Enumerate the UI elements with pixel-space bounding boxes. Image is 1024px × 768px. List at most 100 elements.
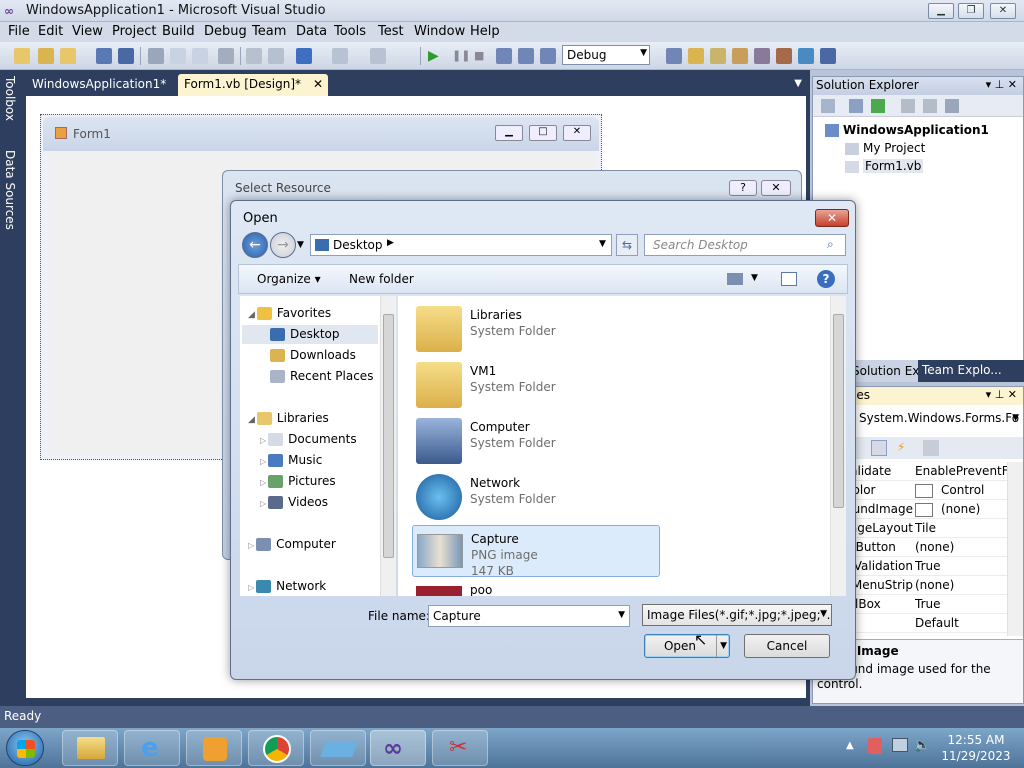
nav-scrollbar[interactable]	[380, 296, 396, 596]
menu-build[interactable]: Build	[162, 24, 195, 39]
file-name-input[interactable]: Capture ▼	[428, 605, 630, 627]
menu-window[interactable]: Window	[414, 24, 465, 39]
redo-icon[interactable]	[332, 48, 348, 64]
file-item[interactable]: Computer System Folder	[412, 414, 660, 466]
nav-desktop[interactable]: Desktop	[242, 325, 378, 344]
organize-button[interactable]: Organize ▾	[257, 272, 321, 286]
close-tab-icon[interactable]: ✕	[313, 77, 323, 91]
copy-icon[interactable]	[170, 48, 186, 64]
select-resource-close-icon[interactable]: ✕	[761, 180, 791, 196]
view-designer-icon[interactable]	[923, 99, 937, 113]
menu-team[interactable]: Team	[252, 24, 286, 39]
properties-button-icon[interactable]	[821, 99, 835, 113]
add-item-icon[interactable]	[38, 48, 54, 64]
nav-documents[interactable]: ▷ Documents	[260, 430, 357, 449]
scrollbar-thumb[interactable]	[383, 314, 394, 558]
show-all-files-icon[interactable]	[849, 99, 863, 113]
menu-test[interactable]: Test	[378, 24, 404, 39]
chevron-down-icon[interactable]: ▼	[599, 239, 606, 249]
command-window-icon[interactable]	[820, 48, 836, 64]
address-bar[interactable]: Desktop ▶ ▼	[310, 234, 612, 256]
file-type-select[interactable]: Image Files(*.gif;*.jpg;*.jpeg;*.b ▼	[642, 604, 832, 626]
visual-studio-task-icon[interactable]: ∞	[370, 730, 426, 766]
find-icon[interactable]	[218, 48, 234, 64]
undo-icon[interactable]	[296, 48, 312, 64]
tab-windowsapplication1[interactable]: WindowsApplication1*	[26, 74, 172, 96]
restore-button[interactable]: ❐	[958, 3, 984, 19]
address-location[interactable]: Desktop	[333, 238, 383, 252]
ie-task-icon[interactable]: e	[124, 730, 180, 766]
pause-icon[interactable]: ❚❚	[452, 48, 470, 64]
property-pages-icon[interactable]	[923, 440, 939, 456]
object-browser-icon[interactable]	[732, 48, 748, 64]
network-tray-icon[interactable]	[892, 738, 908, 752]
step-into-icon[interactable]	[496, 48, 512, 64]
media-player-task-icon[interactable]	[186, 730, 242, 766]
refresh-icon[interactable]	[871, 99, 885, 113]
nav-pictures[interactable]: ▷ Pictures	[260, 472, 336, 491]
tree-my-project[interactable]: My Project	[845, 141, 925, 155]
comment-icon[interactable]	[246, 48, 262, 64]
nav-videos[interactable]: ▷ Videos	[260, 493, 328, 512]
nav-libraries[interactable]: ◢ Libraries	[248, 409, 329, 428]
uncomment-icon[interactable]	[268, 48, 284, 64]
tray-clock[interactable]: 12:55 AM 11/29/2023	[938, 732, 1014, 764]
start-page-icon[interactable]	[776, 48, 792, 64]
search-icon[interactable]: ⌕	[827, 237, 834, 252]
data-sources-tab[interactable]: Data Sources	[3, 150, 17, 230]
forward-button[interactable]: →	[270, 232, 296, 258]
help-icon[interactable]: ?	[729, 180, 757, 196]
nav-computer[interactable]: ▷ Computer	[248, 535, 336, 554]
file-item[interactable]: Libraries System Folder	[412, 302, 660, 354]
chevron-down-icon[interactable]: ▼	[618, 610, 625, 620]
minimize-button[interactable]: ▁	[928, 3, 954, 19]
new-project-icon[interactable]	[14, 48, 30, 64]
file-item[interactable]: Network System Folder	[412, 470, 660, 522]
nav-favorites[interactable]: ◢ Favorites	[248, 304, 331, 323]
save-icon[interactable]	[96, 48, 112, 64]
menu-view[interactable]: View	[72, 24, 103, 39]
immediate-window-icon[interactable]	[798, 48, 814, 64]
properties-scrollbar[interactable]	[1007, 462, 1023, 636]
alphabetical-icon[interactable]	[871, 440, 887, 456]
menu-data[interactable]: Data	[296, 24, 327, 39]
menu-edit[interactable]: Edit	[38, 24, 63, 39]
paste-icon[interactable]	[192, 48, 208, 64]
tree-form1[interactable]: Form1.vb	[845, 159, 924, 173]
cut-icon[interactable]	[148, 48, 164, 64]
snipping-tool-task-icon[interactable]: ✂	[432, 730, 488, 766]
menu-tools[interactable]: Tools	[334, 24, 366, 39]
save-all-icon[interactable]	[118, 48, 134, 64]
class-diagram-icon[interactable]	[945, 99, 959, 113]
nav-network[interactable]: ▷ Network	[248, 577, 326, 596]
open-file-icon[interactable]	[60, 48, 76, 64]
nav-music[interactable]: ▷ Music	[260, 451, 322, 470]
open-dialog-close-button[interactable]: ✕	[815, 209, 849, 227]
solution-config-dropdown[interactable]: Debug ▼	[562, 45, 650, 65]
tab-dropdown-icon[interactable]: ▼	[794, 78, 802, 89]
find-in-files-icon[interactable]	[666, 48, 682, 64]
show-hidden-icons-icon[interactable]: ▲	[846, 740, 854, 751]
refresh-icon[interactable]: ⇆	[616, 234, 638, 256]
tab-team-explorer[interactable]: Team Explo...	[918, 360, 1024, 382]
toolbox-tab[interactable]: Toolbox	[3, 76, 17, 121]
volume-muted-icon[interactable]: 🔈	[914, 738, 930, 753]
file-item[interactable]: poo	[412, 584, 660, 596]
file-list-scrollbar[interactable]	[830, 296, 846, 596]
open-button[interactable]: Open ▼	[644, 634, 730, 658]
back-button[interactable]: ←	[242, 232, 268, 258]
chrome-task-icon[interactable]	[248, 730, 304, 766]
properties-icon[interactable]	[710, 48, 726, 64]
pane-close-icon[interactable]: ▾ ⊥ ✕	[986, 78, 1017, 91]
preview-pane-icon[interactable]	[781, 272, 797, 286]
menu-help[interactable]: Help	[470, 24, 500, 39]
navigate-icon[interactable]	[370, 48, 386, 64]
breadcrumb-arrow-icon[interactable]: ▶	[387, 238, 394, 248]
nav-recent-places[interactable]: Recent Places	[270, 367, 373, 386]
menu-debug[interactable]: Debug	[204, 24, 247, 39]
help-icon[interactable]: ?	[817, 270, 835, 288]
menu-project[interactable]: Project	[112, 24, 156, 39]
tree-project[interactable]: WindowsApplication1	[825, 123, 989, 137]
view-options-icon[interactable]: ▼	[751, 273, 758, 283]
file-item[interactable]: VM1 System Folder	[412, 358, 660, 410]
